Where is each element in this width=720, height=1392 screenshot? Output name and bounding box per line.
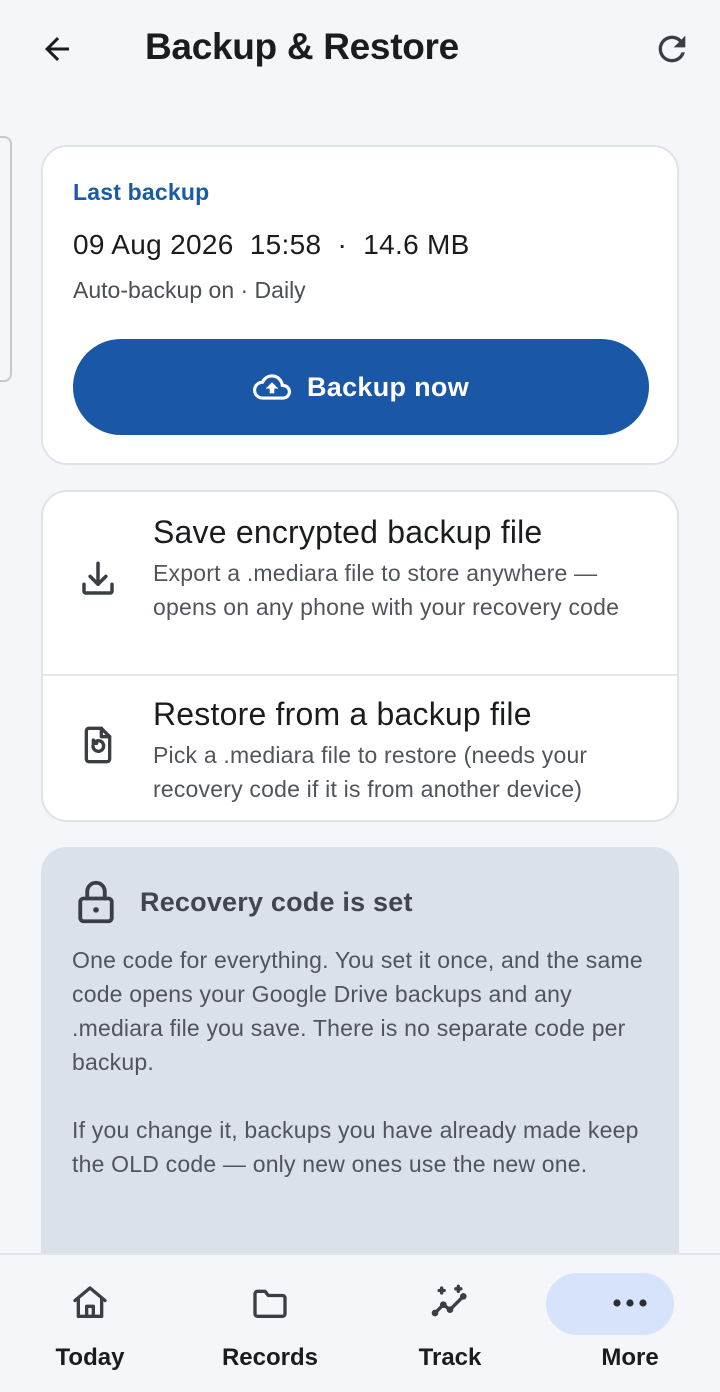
back-button[interactable]: [34, 26, 80, 72]
refresh-icon: [658, 35, 686, 63]
save-backup-file-row[interactable]: Save encrypted backup file Export a .med…: [43, 492, 677, 676]
last-backup-card: Last backup 09 Aug 2026 15:58 · 14.6 MB …: [41, 145, 679, 465]
bottom-navigation: Today Records Track More: [0, 1253, 720, 1392]
save-backup-description: Export a .mediara file to store anywhere…: [153, 560, 620, 620]
recovery-code-card: Recovery code is set One code for everyt…: [41, 847, 679, 1307]
auto-backup-status: Auto-backup on · Daily: [73, 277, 306, 303]
back-arrow-icon: [45, 37, 69, 61]
nav-today-label: Today: [55, 1344, 125, 1371]
download-icon: [77, 558, 119, 600]
page-title: Backup & Restore: [145, 26, 459, 67]
last-backup-label: Last backup: [73, 179, 210, 205]
recovery-explanation: One code for everything. You set it once…: [72, 947, 643, 1075]
nav-today[interactable]: Today: [0, 1255, 180, 1392]
track-icon: [422, 1281, 478, 1325]
top-app-bar: Backup & Restore: [0, 0, 720, 100]
folder-icon: [242, 1281, 298, 1325]
nav-records[interactable]: Records: [180, 1255, 360, 1392]
cloud-upload-icon: [252, 368, 291, 406]
restore-file-icon: [77, 724, 119, 766]
nav-more-label: More: [601, 1344, 659, 1371]
last-backup-date: 09 Aug 2026: [73, 229, 234, 260]
last-backup-size: 14.6 MB: [363, 229, 470, 260]
nav-more[interactable]: More: [540, 1255, 720, 1392]
nav-track-label: Track: [418, 1344, 482, 1371]
last-backup-time: 15:58: [249, 229, 322, 260]
edge-panel-handle[interactable]: [0, 136, 12, 382]
recovery-change-warning: If you change it, backups you have alrea…: [72, 1117, 639, 1177]
backup-now-button[interactable]: Backup now: [73, 339, 649, 435]
restore-backup-file-row[interactable]: Restore from a backup file Pick a .media…: [43, 674, 677, 820]
more-icon: [602, 1281, 658, 1325]
recovery-code-title: Recovery code is set: [140, 887, 413, 917]
backup-now-label: Backup now: [306, 371, 470, 402]
last-backup-meta: 09 Aug 2026 15:58 · 14.6 MB: [73, 229, 470, 260]
restore-backup-title: Restore from a backup file: [153, 696, 532, 732]
file-options-card: Save encrypted backup file Export a .med…: [41, 490, 679, 822]
restore-backup-description: Pick a .mediara file to restore (needs y…: [153, 742, 588, 802]
nav-records-label: Records: [221, 1344, 319, 1371]
save-backup-title: Save encrypted backup file: [153, 514, 543, 550]
lock-icon: [78, 880, 114, 924]
home-icon: [62, 1281, 118, 1325]
nav-track[interactable]: Track: [360, 1255, 540, 1392]
refresh-button[interactable]: [648, 26, 696, 72]
